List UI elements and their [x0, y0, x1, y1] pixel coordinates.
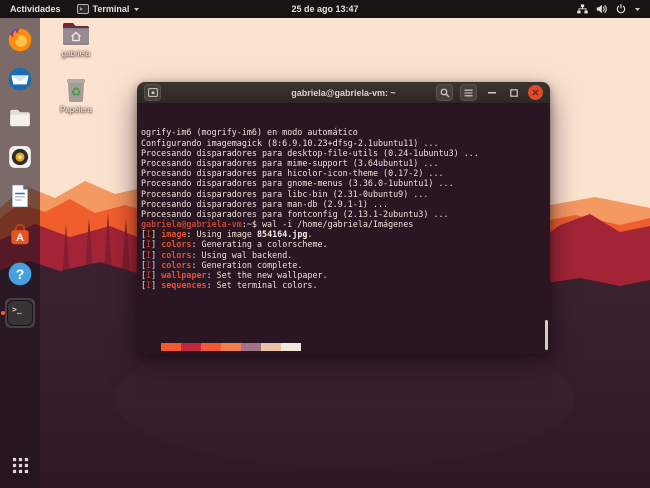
maximize-icon: [509, 88, 518, 97]
show-applications-button[interactable]: [5, 450, 35, 480]
trash-icon: ♻: [67, 79, 85, 102]
terminal-icon: >_: [7, 300, 33, 326]
terminal-line: Procesando disparadores para desktop-fil…: [141, 147, 479, 158]
desktop-icon-trash[interactable]: ♻ Papelera: [47, 77, 105, 114]
desktop-icon-home-folder[interactable]: gabriela: [47, 21, 105, 58]
palette-swatch: [261, 343, 281, 351]
libreoffice-writer-icon: [12, 184, 28, 208]
terminal-line: Procesando disparadores para hicolor-ico…: [141, 168, 444, 179]
terminal-line: Configurando imagemagick (8:6.9.10.23+df…: [141, 137, 439, 148]
terminal-titlebar[interactable]: gabriela@gabriela-vm: ~: [137, 82, 550, 104]
firefox-icon: [8, 28, 32, 52]
close-button[interactable]: [528, 85, 543, 100]
new-tab-button[interactable]: [144, 84, 161, 101]
desktop-icon-label: Papelera: [59, 105, 93, 114]
svg-text:A: A: [16, 232, 24, 244]
ubuntu-software-icon: A: [11, 223, 29, 245]
terminal-line: Procesando disparadores para fontconfig …: [141, 208, 449, 219]
palette-swatch: [241, 343, 261, 351]
maximize-button[interactable]: [506, 85, 521, 100]
power-icon: [616, 4, 626, 14]
terminal-window: gabriela@gabriela-vm: ~ ogrify-im6 (mogr…: [137, 82, 550, 354]
palette-swatch: [181, 343, 201, 351]
palette-swatch: [281, 343, 301, 351]
terminal-lines-top: ogrify-im6 (mogrify-im6) en modo automát…: [141, 127, 550, 300]
dock: A ? >_: [0, 18, 40, 488]
palette-swatch: [201, 343, 221, 351]
running-indicator: [1, 311, 5, 315]
dock-item-ubuntu-software[interactable]: A: [5, 220, 35, 250]
palette-swatch: [221, 343, 241, 351]
app-menu-button[interactable]: Terminal: [76, 4, 141, 14]
home-folder-icon: [63, 23, 89, 45]
search-icon: [440, 88, 449, 97]
terminal-scrollbar[interactable]: [545, 320, 548, 350]
thunderbird-icon: [8, 67, 32, 91]
terminal-line: [I] wallpaper: Set the new wallpaper.: [141, 270, 328, 281]
dock-item-firefox[interactable]: [5, 25, 35, 55]
palette-swatch: [161, 343, 181, 351]
top-bar: Actividades Terminal 25 de ago 13:47: [0, 0, 650, 18]
hamburger-menu-icon: [464, 89, 473, 96]
dock-item-rhythmbox[interactable]: [5, 142, 35, 172]
terminal-line: [I] image: Using image 854164.jpg.: [141, 229, 313, 240]
help-icon: ?: [8, 262, 32, 286]
terminal-output[interactable]: ogrify-im6 (mogrify-im6) en modo automát…: [137, 104, 550, 354]
menu-button[interactable]: [460, 84, 477, 101]
files-icon: [10, 109, 30, 127]
chevron-down-icon: [134, 7, 140, 11]
dock-item-files[interactable]: [5, 103, 35, 133]
chevron-down-icon: [635, 7, 640, 11]
minimize-button[interactable]: [484, 85, 499, 100]
terminal-line: Procesando disparadores para gnome-menus…: [141, 178, 454, 189]
svg-text:?: ?: [16, 266, 25, 282]
apps-grid-icon: [12, 457, 28, 473]
terminal-line: [I] colors: Generating a colorscheme.: [141, 239, 328, 250]
new-terminal-icon: [147, 88, 158, 97]
palette-swatch: [141, 343, 161, 351]
terminal-line: [I] colors: Generation complete.: [141, 259, 303, 270]
svg-text:♻: ♻: [71, 85, 82, 99]
desktop-icon-label: gabriela: [61, 49, 91, 58]
system-status-area[interactable]: [577, 4, 650, 14]
terminal-line: Procesando disparadores para mime-suppor…: [141, 157, 439, 168]
volume-icon: [596, 4, 607, 14]
terminal-line: ogrify-im6 (mogrify-im6) en modo automát…: [141, 127, 358, 138]
activities-button[interactable]: Actividades: [10, 4, 61, 14]
clock[interactable]: 25 de ago 13:47: [291, 4, 358, 14]
terminal-line: Procesando disparadores para libc-bin (2…: [141, 188, 429, 199]
dock-item-libreoffice-writer[interactable]: [5, 181, 35, 211]
search-button[interactable]: [436, 84, 453, 101]
desktop: Actividades Terminal 25 de ago 13:47 A ?…: [0, 0, 650, 488]
dock-item-help[interactable]: ?: [5, 259, 35, 289]
rhythmbox-icon: [9, 146, 31, 168]
terminal-line: gabriela@gabriela-vm:~$ wal -i /home/gab…: [141, 219, 414, 230]
terminal-line: Procesando disparadores para man-db (2.9…: [141, 198, 389, 209]
minimize-icon: [487, 91, 496, 93]
terminal-line: [I] colors: Using wal backend.: [141, 249, 293, 260]
terminal-window-icon: [76, 4, 89, 14]
dock-item-thunderbird[interactable]: [5, 64, 35, 94]
app-menu-label: Terminal: [92, 4, 130, 14]
terminal-line: [I] sequences: Set terminal colors.: [141, 280, 318, 291]
dock-item-terminal[interactable]: >_: [1, 298, 35, 328]
network-icon: [577, 4, 588, 14]
palette-row-1: [141, 343, 301, 351]
color-palette: [141, 323, 301, 354]
close-icon: [532, 89, 539, 96]
